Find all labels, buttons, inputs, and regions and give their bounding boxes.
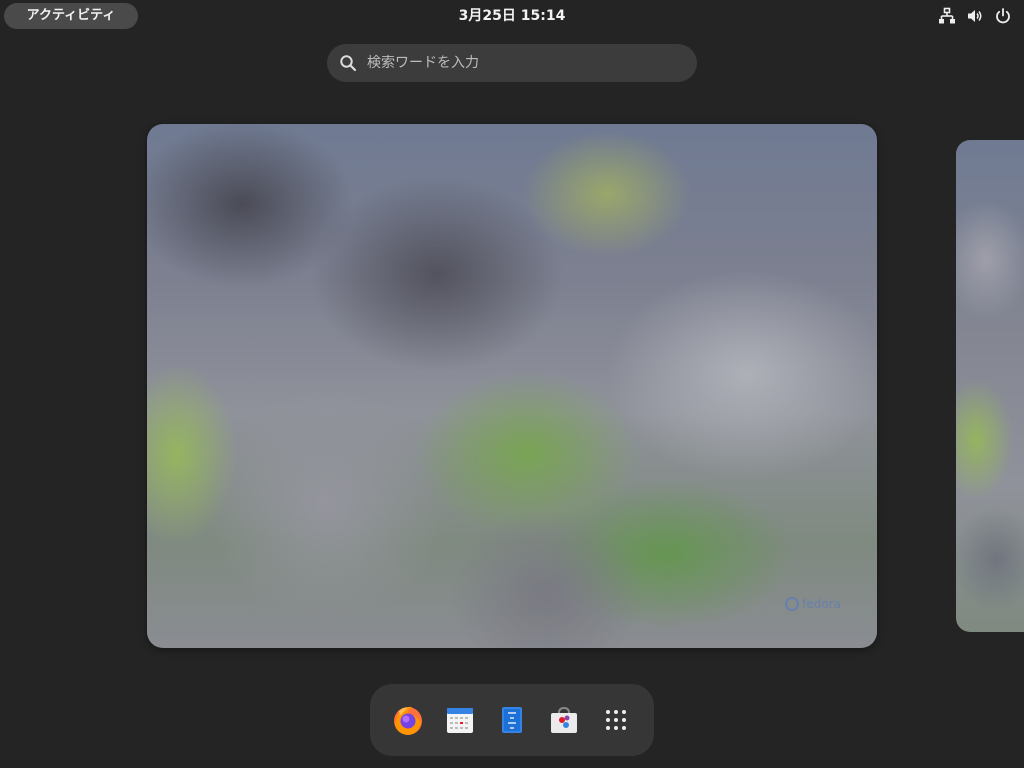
dash <box>370 684 654 756</box>
search-bar[interactable] <box>327 44 697 82</box>
activities-button[interactable]: アクティビティ <box>4 3 138 29</box>
firefox-icon[interactable] <box>388 700 428 740</box>
workspace-thumbnail-current[interactable]: fedora <box>147 124 877 648</box>
top-bar: アクティビティ 3月25日 15:14 <box>0 0 1024 32</box>
volume-icon <box>966 7 984 25</box>
workspace-thumbnail-next[interactable] <box>956 140 1024 632</box>
text-editor-icon[interactable] <box>492 700 532 740</box>
watermark-text: fedora <box>802 597 841 611</box>
power-icon <box>994 7 1012 25</box>
software-icon[interactable] <box>544 700 584 740</box>
network-wired-icon <box>938 7 956 25</box>
system-tray[interactable] <box>938 5 1012 27</box>
fedora-watermark: fedora <box>785 596 841 612</box>
search-icon <box>339 54 357 72</box>
clock[interactable]: 3月25日 15:14 <box>400 3 624 29</box>
search-input[interactable] <box>367 44 687 82</box>
calendar-icon[interactable] <box>440 700 480 740</box>
app-grid-icon[interactable] <box>596 700 636 740</box>
fedora-logo-icon <box>785 597 800 611</box>
